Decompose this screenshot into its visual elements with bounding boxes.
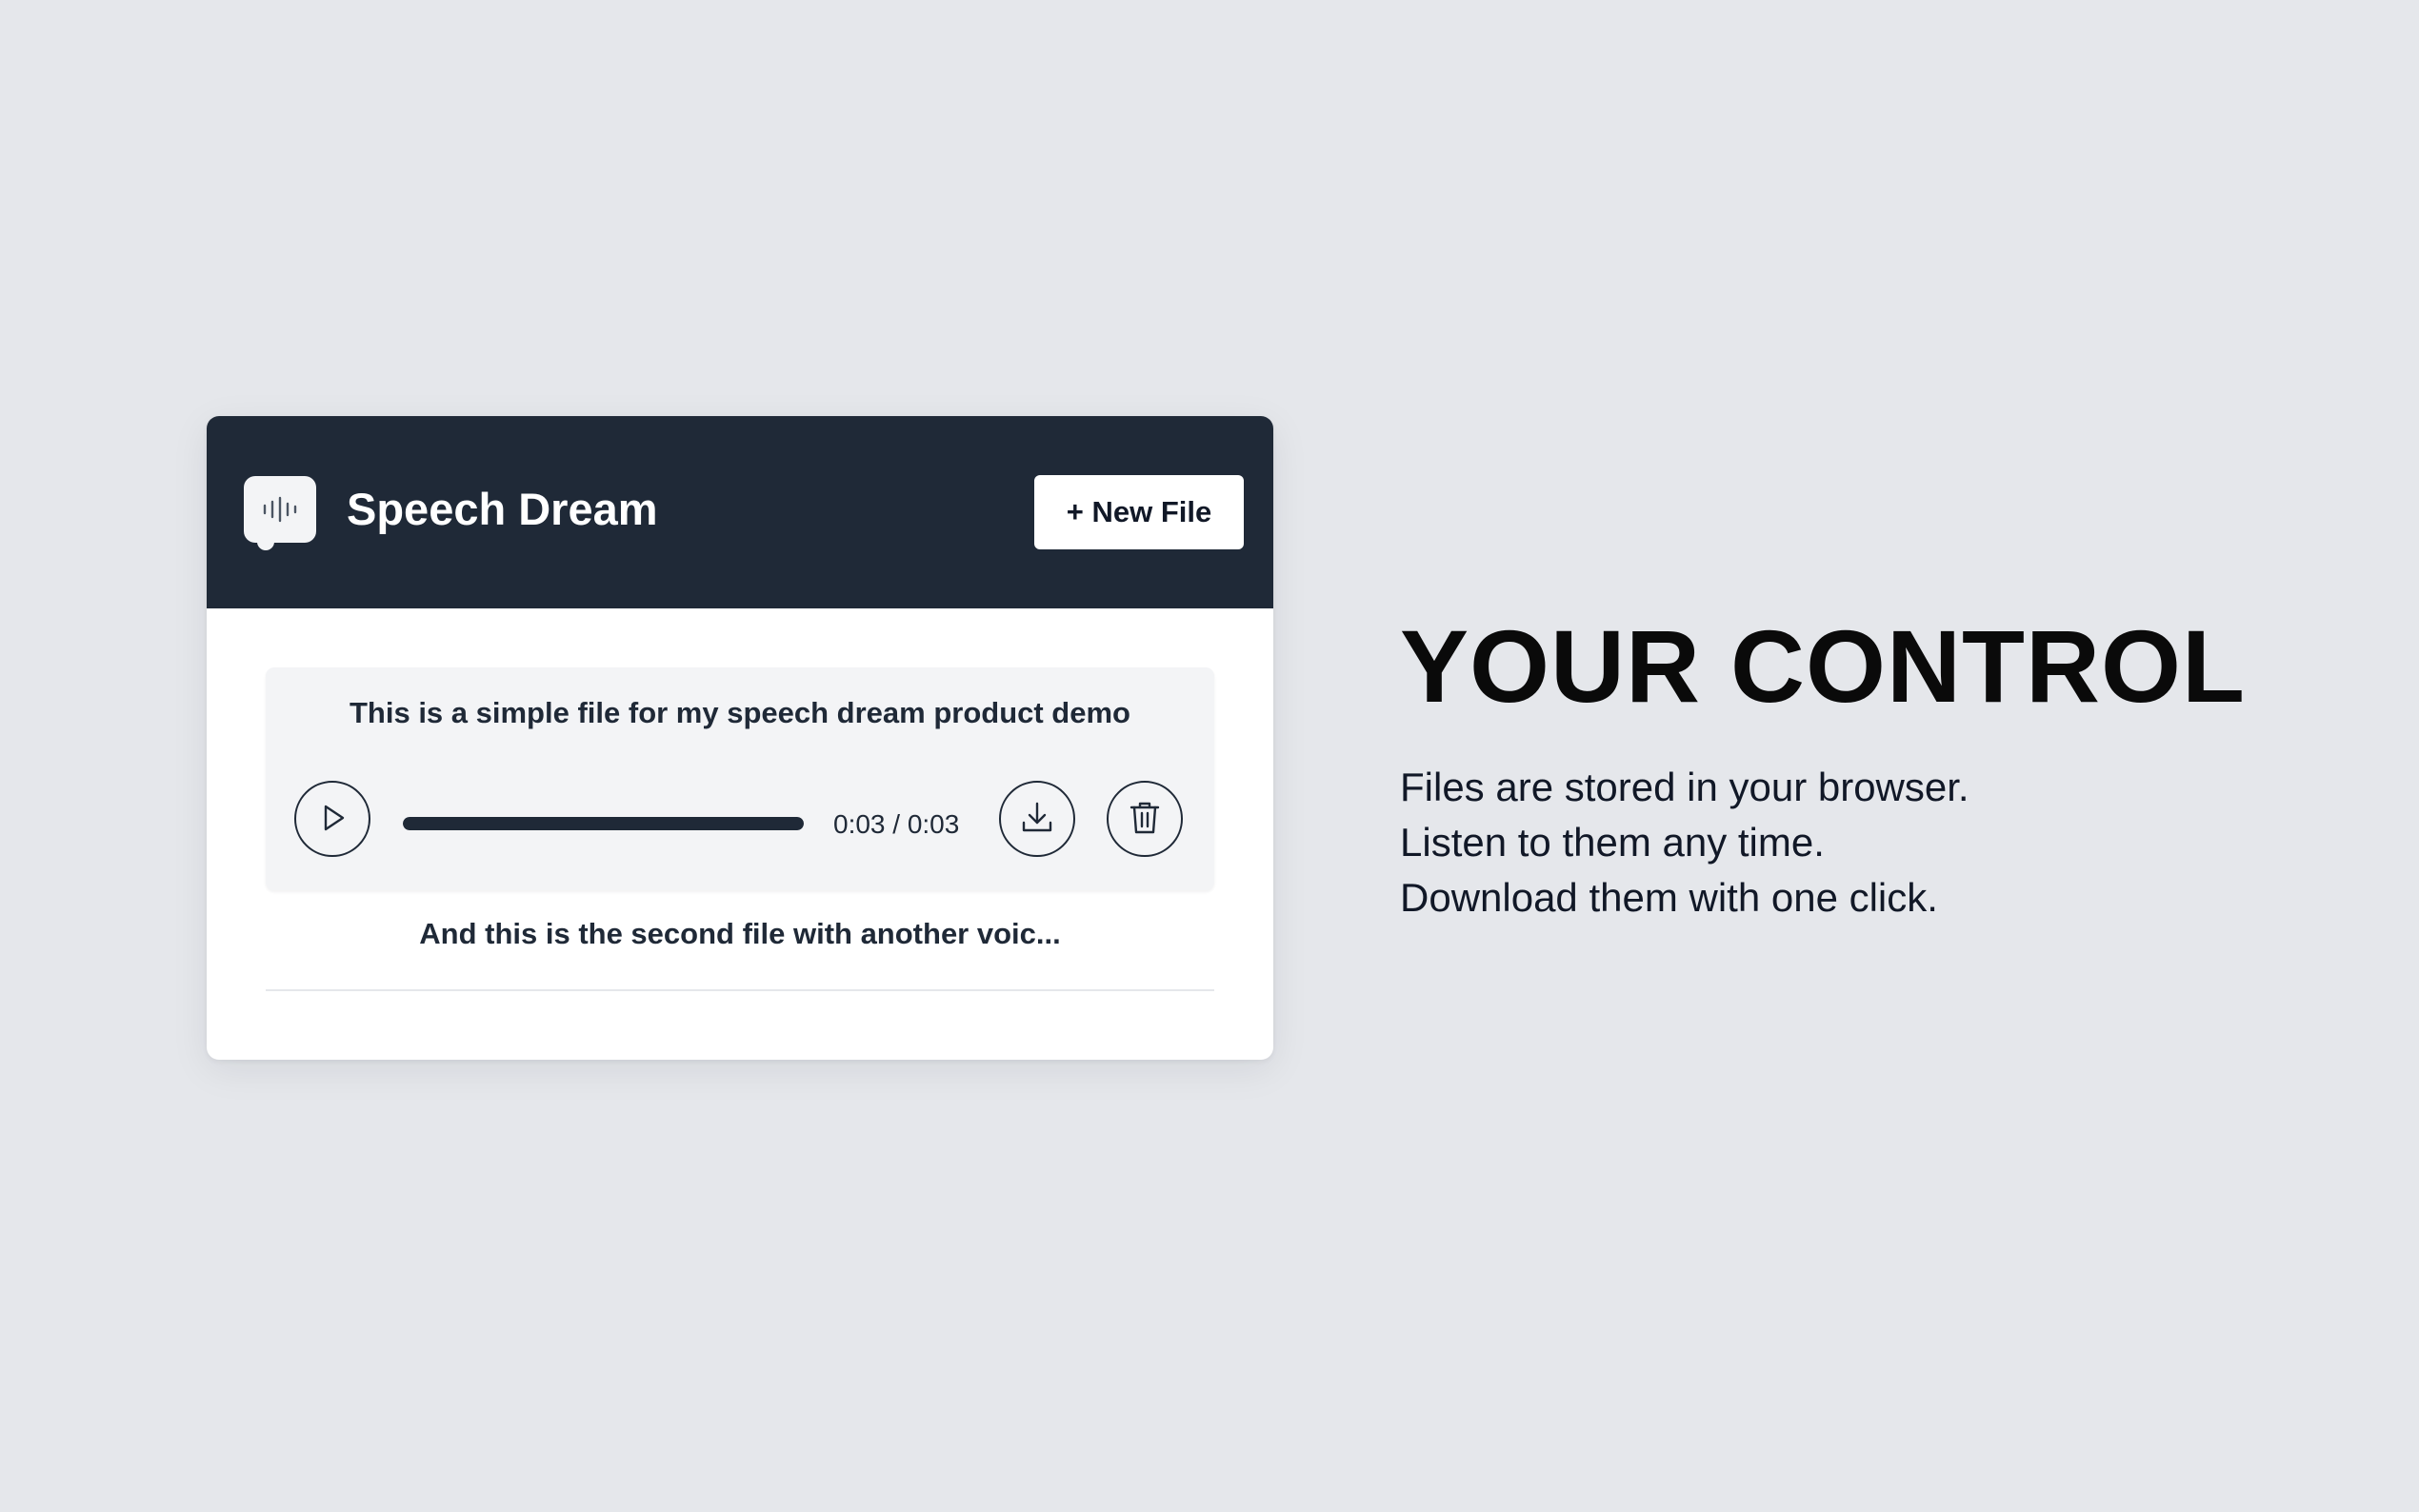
feature-line: Download them with one click. [1400,875,1938,920]
file-title: This is a simple file for my speech drea… [349,696,1130,729]
app-header: Speech Dream + New File [207,416,1273,608]
time-readout: 0:03 / 0:03 [833,809,960,839]
feature-description: Files are stored in your browser. Listen… [1400,760,1969,925]
play-icon [315,801,350,838]
play-button[interactable] [294,781,370,857]
file-item: This is a simple file for my speech drea… [266,667,1214,890]
delete-button[interactable] [1107,781,1183,857]
feature-line: Files are stored in your browser. [1400,765,1969,809]
feature-heading: YOUR CONTROL [1400,608,2246,724]
waveform-icon [244,476,316,550]
app-card: Speech Dream + New File This is a simple… [207,416,1273,1060]
feature-line: Listen to them any time. [1400,820,1825,865]
file-title: And this is the second file with another… [419,917,1061,950]
progress-bar[interactable] [403,817,804,830]
progress-fill [403,817,804,830]
new-file-button[interactable]: + New File [1034,475,1244,549]
download-icon [1017,798,1057,841]
trash-icon [1126,798,1164,841]
download-button[interactable] [999,781,1075,857]
file-item[interactable]: And this is the second file with another… [266,911,1214,991]
app-title: Speech Dream [347,484,658,534]
